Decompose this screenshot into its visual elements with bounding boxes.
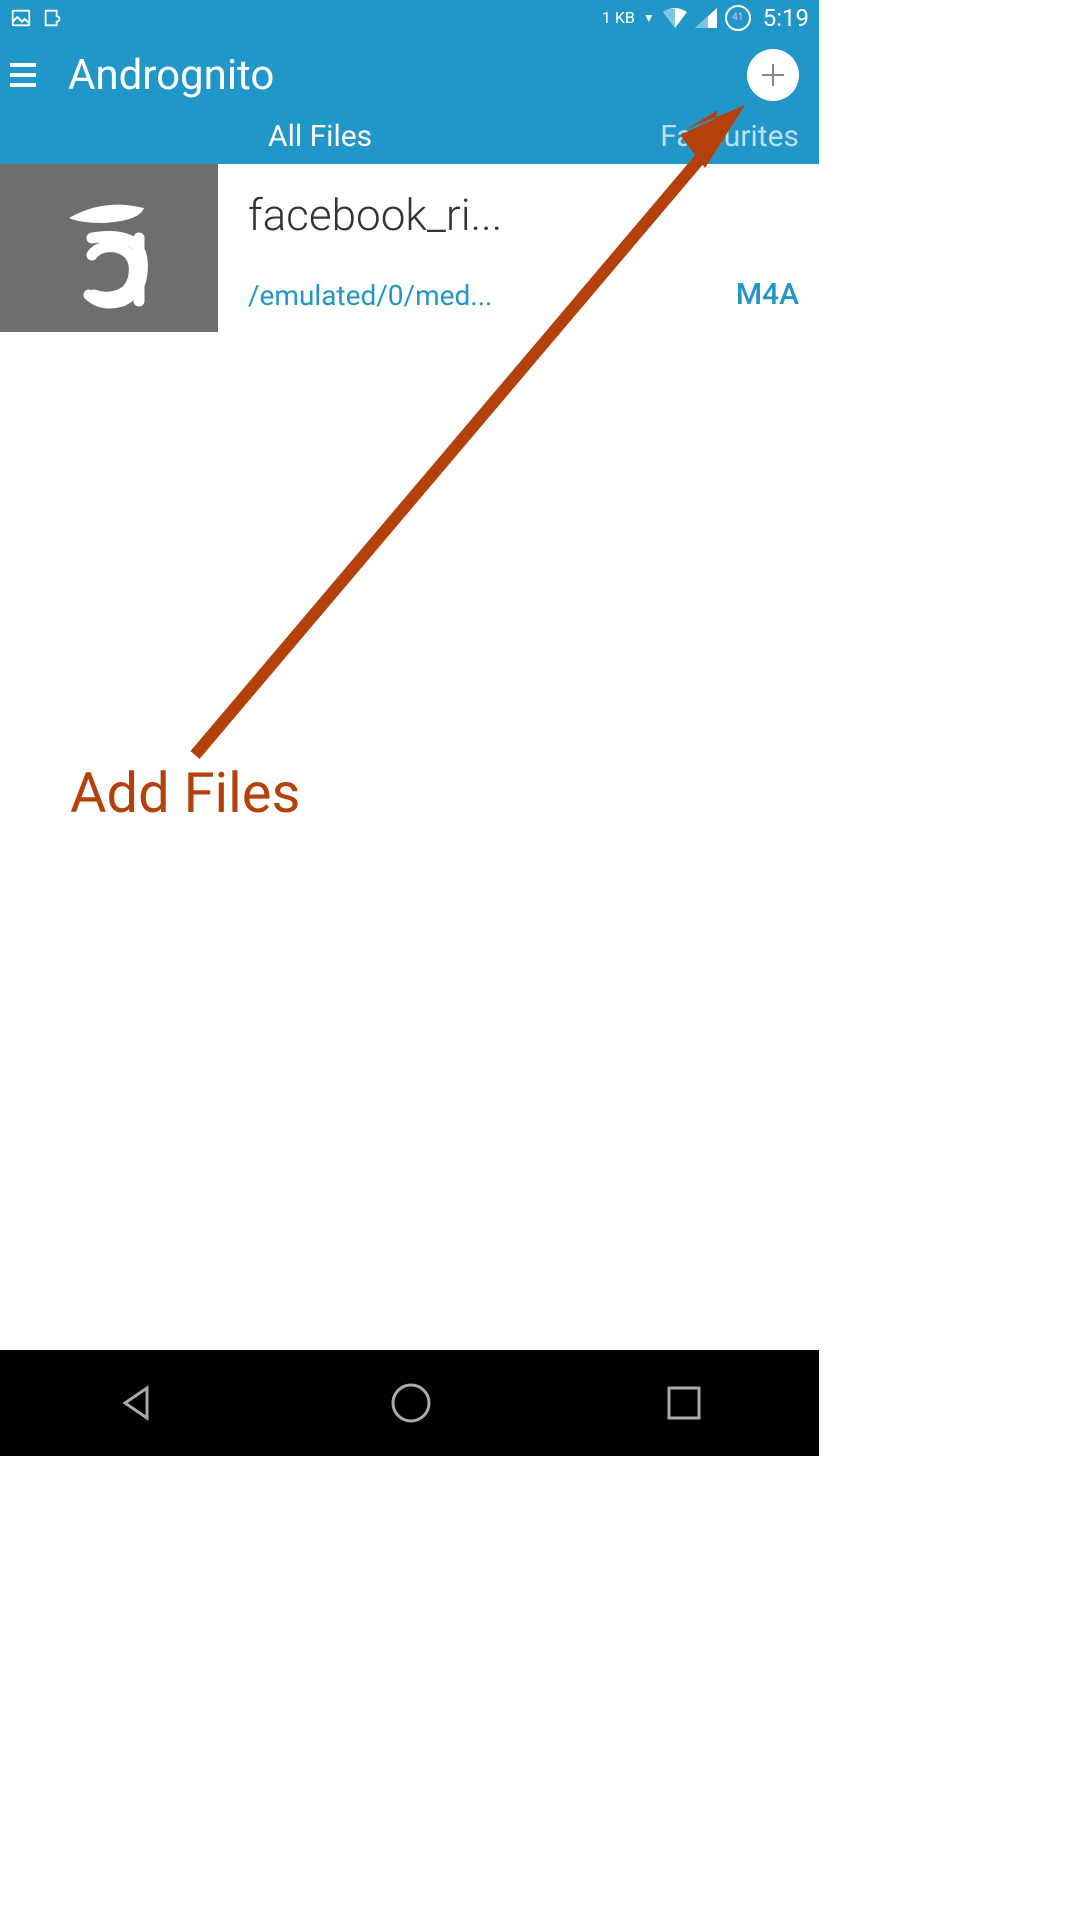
tab-all-files[interactable]: All Files (0, 119, 640, 154)
tabs: All Files Favourites (0, 109, 819, 164)
recent-button[interactable] (663, 1382, 705, 1424)
menu-icon[interactable] (10, 63, 40, 87)
add-button[interactable] (747, 49, 799, 101)
app-logo-icon (44, 183, 174, 313)
status-right: 1 KB ▼ 41 5:19 (602, 4, 809, 32)
puzzle-icon (42, 7, 64, 29)
file-name: facebook_ri... (248, 189, 799, 241)
image-icon (10, 7, 32, 29)
file-info: facebook_ri... /emulated/0/med... M4A (218, 164, 819, 332)
status-bar: 1 KB ▼ 41 5:19 (0, 0, 819, 35)
file-row[interactable]: facebook_ri... /emulated/0/med... M4A (0, 164, 819, 332)
clock: 5:19 (763, 4, 809, 32)
data-rate: 1 KB (602, 8, 635, 27)
status-left (10, 7, 64, 29)
file-extension: M4A (736, 277, 799, 312)
plus-icon (758, 60, 788, 90)
battery-icon: 41 (725, 5, 751, 31)
back-button[interactable] (114, 1380, 160, 1426)
annotation-label: Add Files (70, 760, 300, 826)
signal-icon (695, 8, 717, 28)
home-button[interactable] (388, 1380, 434, 1426)
wifi-icon (663, 8, 687, 28)
navigation-bar (0, 1350, 819, 1456)
app-title: Andrognito (68, 51, 747, 100)
dropdown-icon: ▼ (643, 11, 655, 25)
file-path: /emulated/0/med... (248, 279, 492, 312)
tab-favourites[interactable]: Favourites (640, 119, 819, 154)
app-bar: Andrognito (0, 35, 819, 109)
file-thumbnail (0, 164, 218, 332)
